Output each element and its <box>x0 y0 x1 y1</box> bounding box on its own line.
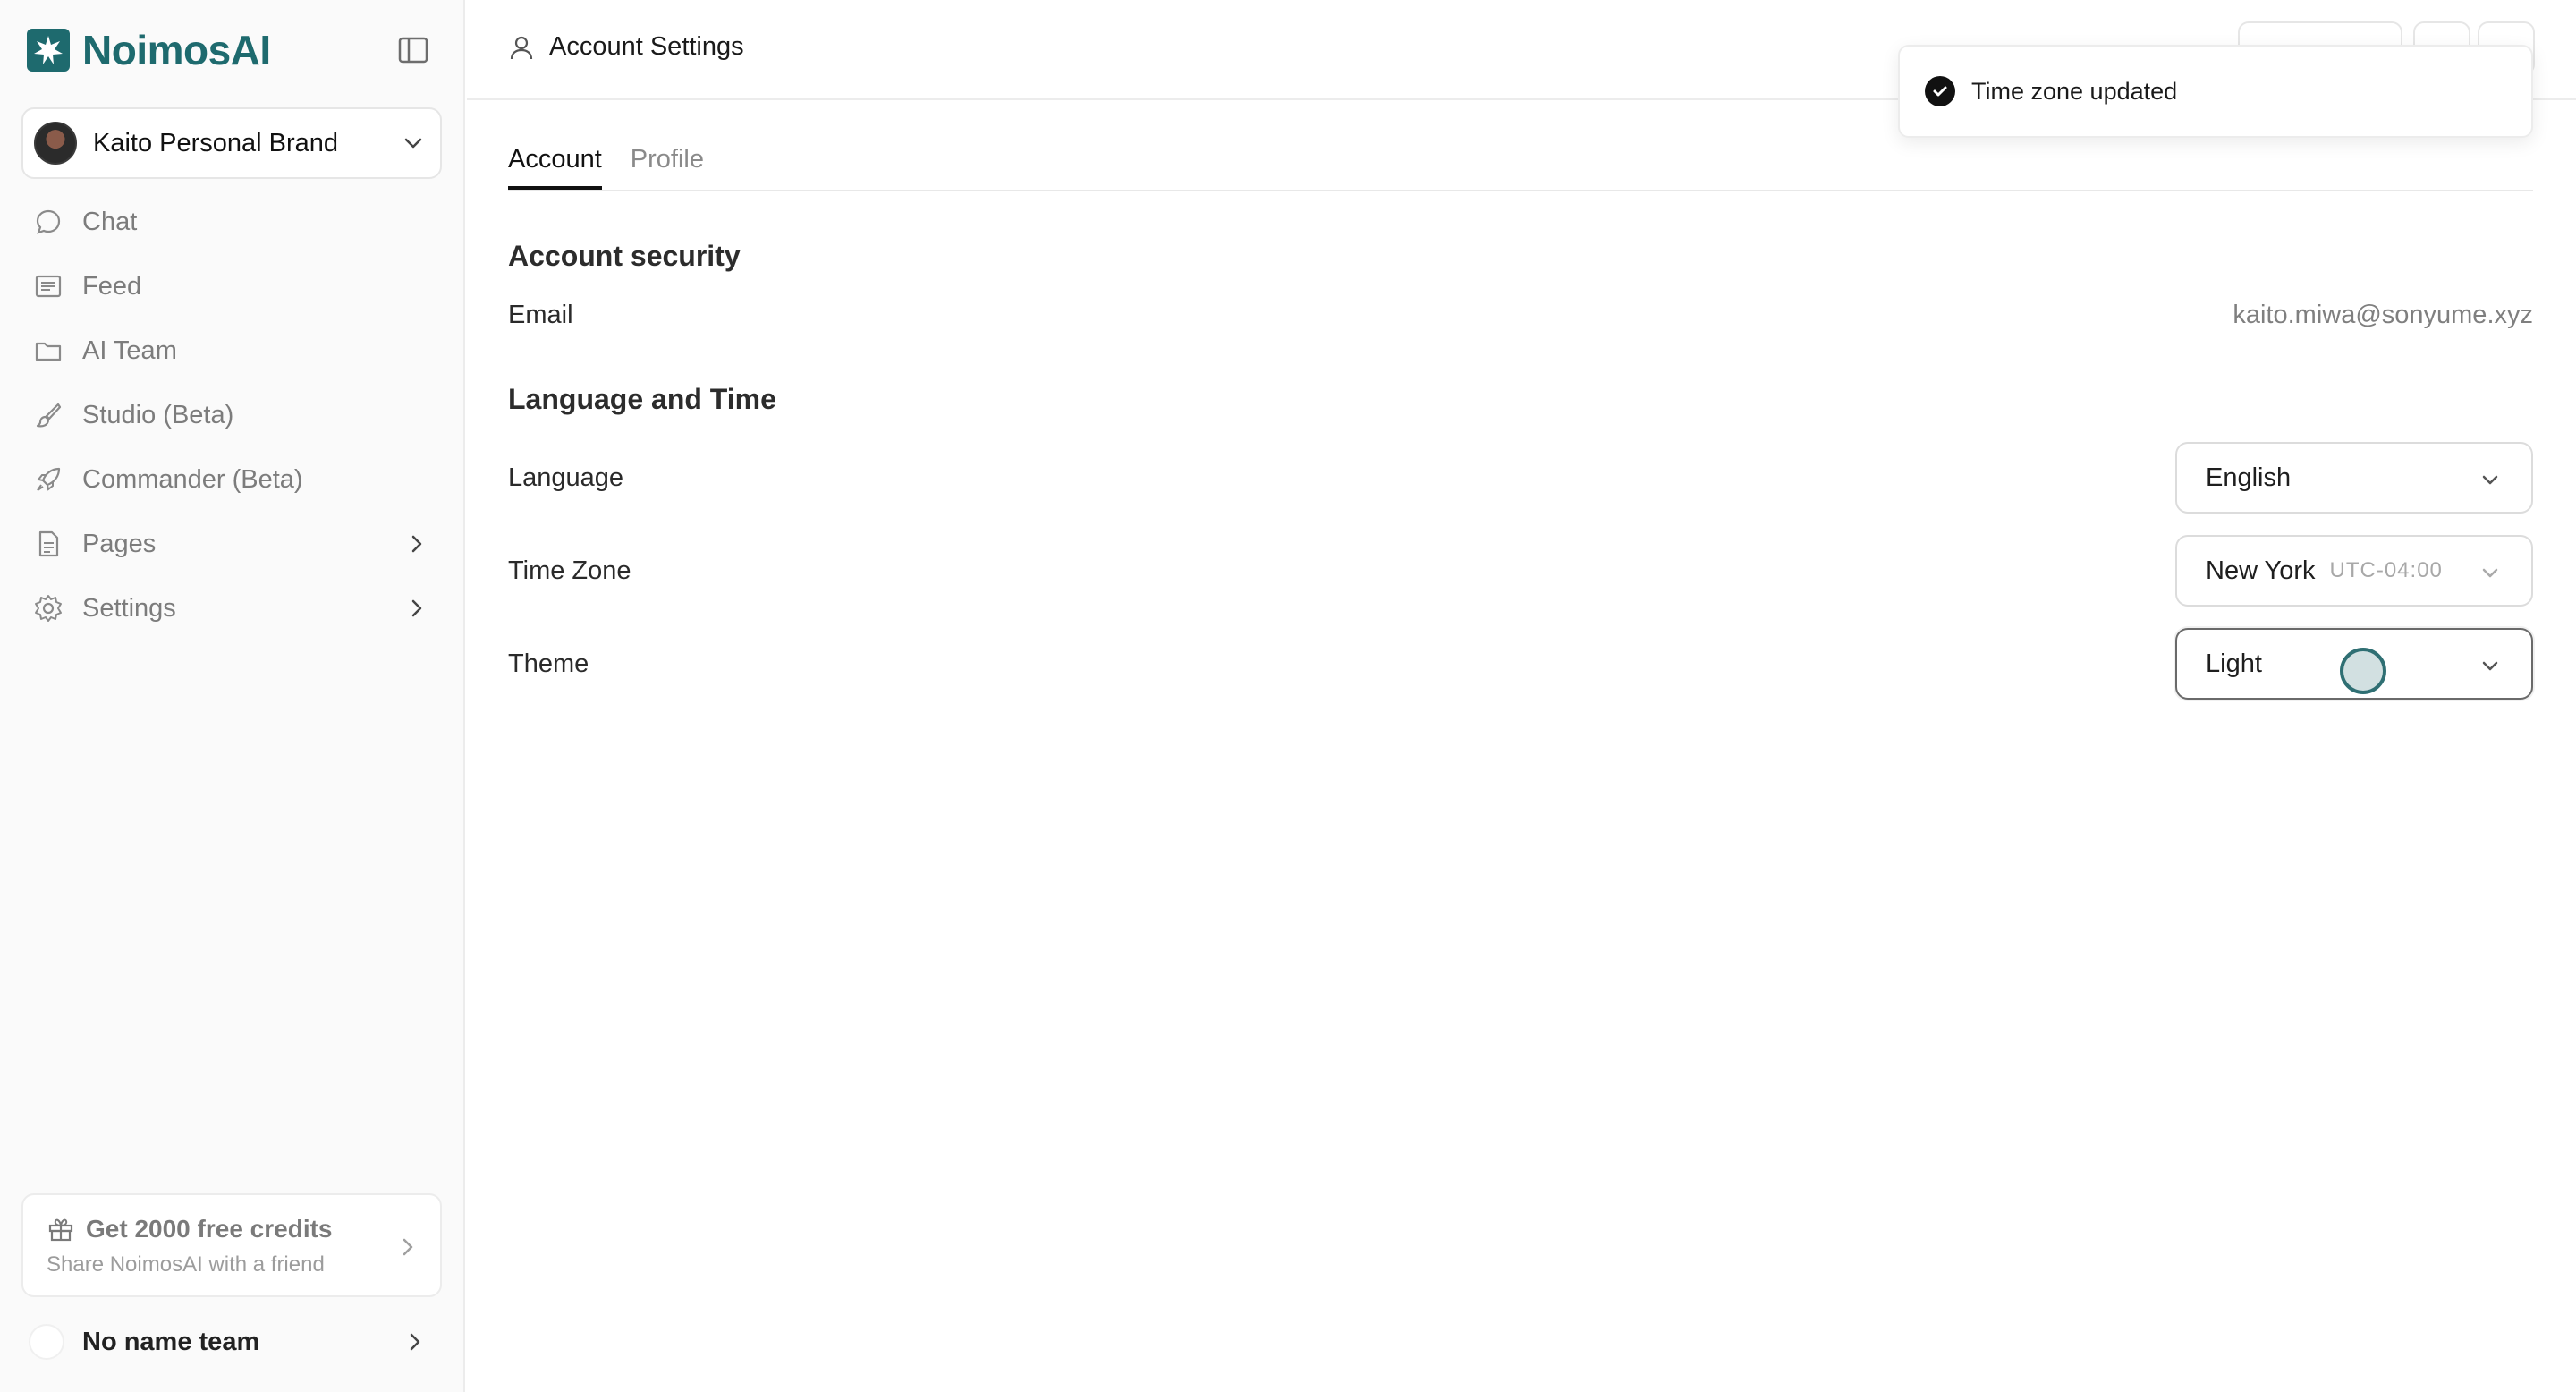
chevron-down-icon <box>2482 568 2498 578</box>
promo-subtitle: Share NoimosAI with a friend <box>47 1252 325 1277</box>
email-value: kaito.miwa@sonyume.xyz <box>2233 301 2533 329</box>
brand-logo-icon <box>27 29 70 72</box>
account-security-heading: Account security <box>508 240 741 272</box>
sidebar-item-label: Settings <box>82 593 176 623</box>
tab-account[interactable]: Account <box>508 134 602 190</box>
sidebar-item-label: Studio (Beta) <box>82 400 234 429</box>
sidebar-toggle-icon[interactable] <box>394 32 433 68</box>
sidebar-item-studio[interactable]: Studio (Beta) <box>21 383 442 447</box>
brand[interactable]: NoimosAI <box>27 25 271 75</box>
timezone-select[interactable]: New York UTC-04:00 <box>2175 535 2533 607</box>
app-window: NoimosAI Kaito Personal Brand Chat Feed <box>0 0 2576 1392</box>
cursor-indicator <box>2340 648 2386 694</box>
brand-name: NoimosAI <box>82 27 271 73</box>
promo-title: Get 2000 free credits <box>86 1215 333 1243</box>
chat-bubble-icon <box>32 206 64 238</box>
email-label: Email <box>508 301 573 329</box>
chevron-right-icon <box>411 599 422 617</box>
gift-icon <box>48 1218 73 1242</box>
toast-notification: Time zone updated <box>1898 45 2533 138</box>
sidebar-item-label: Feed <box>82 271 142 301</box>
sidebar-item-feed[interactable]: Feed <box>21 254 442 318</box>
page-title-text: Account Settings <box>549 32 744 61</box>
tab-profile[interactable]: Profile <box>631 134 704 190</box>
timezone-label: Time Zone <box>508 556 631 585</box>
team-name: No name team <box>82 1327 260 1356</box>
sidebar: NoimosAI Kaito Personal Brand Chat Feed <box>0 0 465 1392</box>
timezone-offset: UTC-04:00 <box>2329 558 2443 582</box>
sidebar-item-chat[interactable]: Chat <box>21 190 442 254</box>
sidebar-item-label: Commander (Beta) <box>82 464 303 494</box>
feed-list-icon <box>32 270 64 302</box>
settings-tabs: Account Profile <box>508 134 2533 191</box>
page-title: Account Settings <box>508 32 744 62</box>
check-circle-icon <box>1925 76 1955 106</box>
sidebar-item-label: AI Team <box>82 335 177 365</box>
theme-select-value: Light <box>2206 649 2262 678</box>
theme-select[interactable]: Light <box>2175 628 2533 700</box>
referral-promo-card[interactable]: Get 2000 free credits Share NoimosAI wit… <box>21 1193 442 1297</box>
theme-label: Theme <box>508 649 589 678</box>
chevron-down-icon <box>404 138 422 149</box>
brush-icon <box>32 399 64 431</box>
gear-icon <box>32 592 64 624</box>
sidebar-item-label: Pages <box>82 529 157 558</box>
language-time-heading: Language and Time <box>508 383 776 415</box>
sidebar-item-settings[interactable]: Settings <box>21 576 442 641</box>
workspace-switcher[interactable]: Kaito Personal Brand <box>21 107 442 179</box>
pages-icon <box>32 528 64 560</box>
chevron-down-icon <box>2482 661 2498 671</box>
timezone-select-value: New York <box>2206 556 2316 585</box>
language-label: Language <box>508 463 624 492</box>
main-content: Account Settings Account Profile Account… <box>467 0 2576 1392</box>
user-icon <box>510 36 533 59</box>
workspace-name: Kaito Personal Brand <box>93 128 339 157</box>
chevron-down-icon <box>2482 475 2498 485</box>
chevron-right-icon <box>402 1238 413 1256</box>
team-switcher[interactable]: No name team <box>21 1315 442 1369</box>
sidebar-nav: Chat Feed AI Team Studio (Beta) Commande… <box>21 190 442 641</box>
toast-message: Time zone updated <box>1971 77 2178 105</box>
workspace-avatar <box>34 122 77 165</box>
team-avatar <box>29 1324 64 1360</box>
sidebar-item-pages[interactable]: Pages <box>21 512 442 576</box>
sidebar-item-ai-team[interactable]: AI Team <box>21 318 442 383</box>
sidebar-item-label: Chat <box>82 207 138 236</box>
sidebar-item-commander[interactable]: Commander (Beta) <box>21 447 442 512</box>
chevron-right-icon <box>411 535 422 553</box>
language-select[interactable]: English <box>2175 442 2533 514</box>
chevron-right-icon <box>410 1333 420 1351</box>
rocket-icon <box>32 463 64 496</box>
folder-icon <box>32 335 64 367</box>
language-select-value: English <box>2206 463 2292 492</box>
